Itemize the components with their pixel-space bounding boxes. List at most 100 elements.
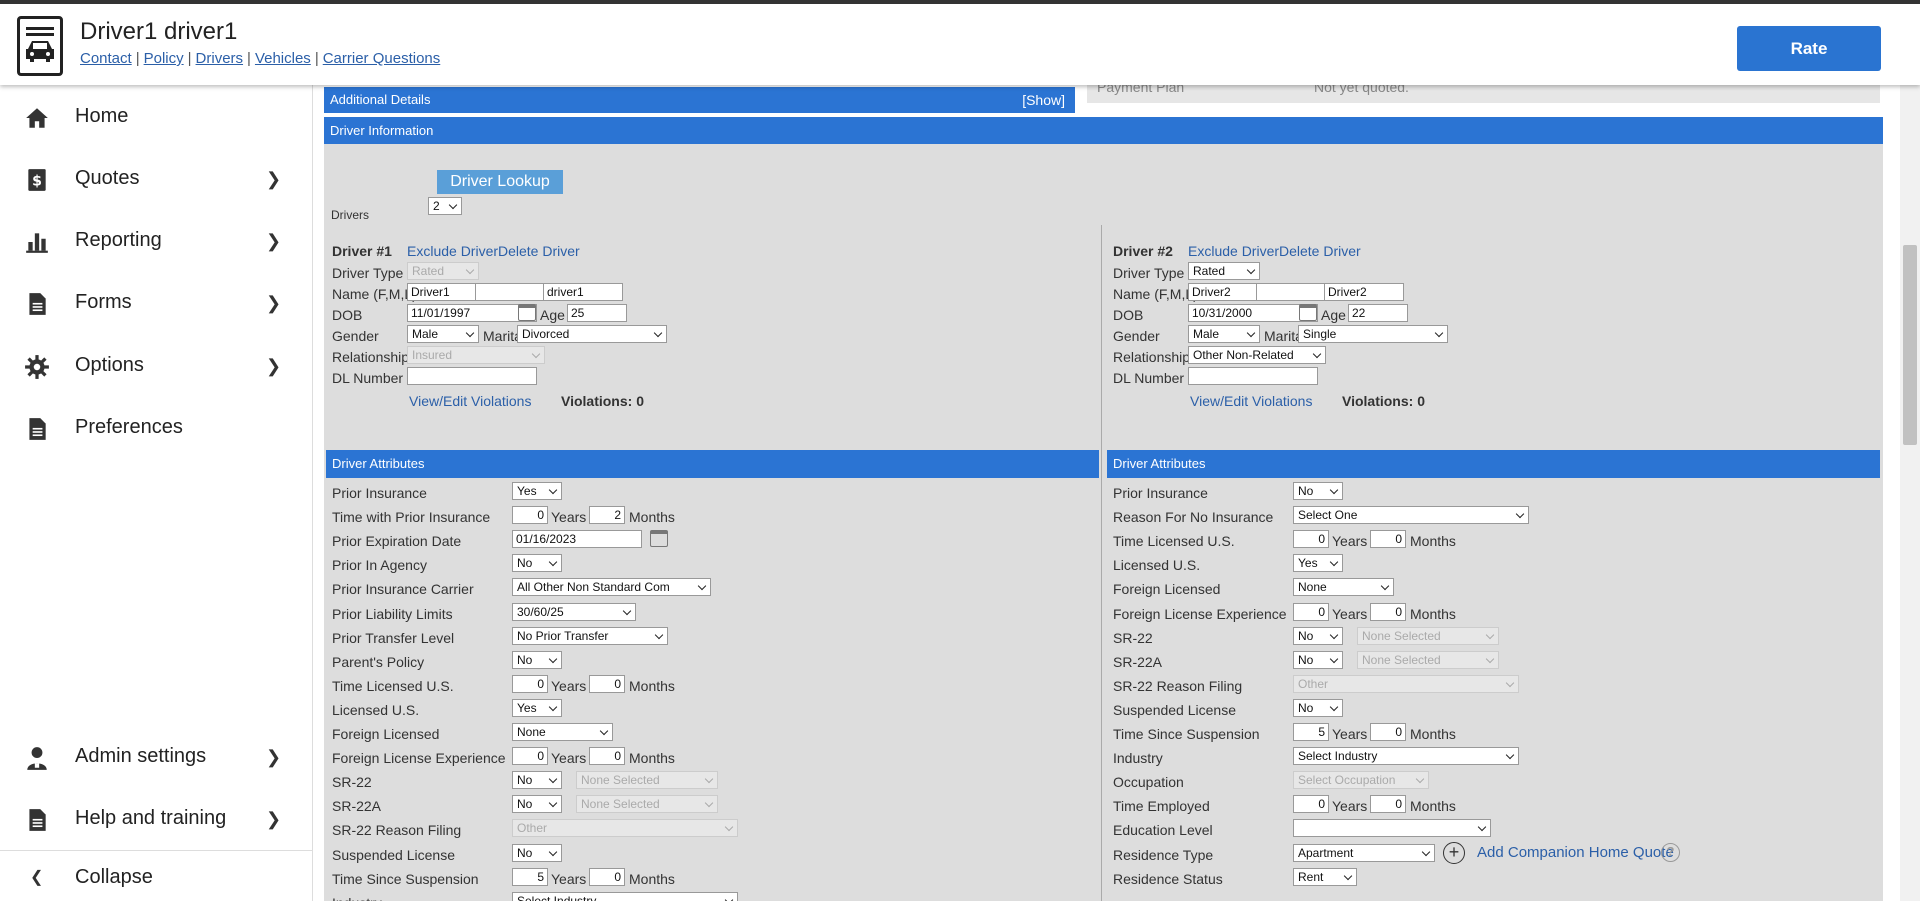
view-edit-violations-link[interactable]: View/Edit Violations	[1190, 393, 1312, 409]
months-label: Months	[1410, 726, 1456, 742]
sidebar-item-quotes[interactable]: $ Quotes ❯	[0, 155, 313, 205]
attribute-select[interactable]: None	[512, 723, 613, 741]
months-input[interactable]: 0	[1370, 603, 1406, 621]
sidebar-item-label: Preferences	[75, 416, 183, 438]
last-name-input[interactable]: driver1	[543, 283, 623, 301]
attribute-select[interactable]: No	[512, 771, 562, 789]
link-policy[interactable]: Policy	[144, 50, 184, 67]
gender-select[interactable]: Male	[407, 325, 479, 343]
years-input[interactable]: 0	[512, 506, 548, 524]
attribute-select[interactable]: Select Industry	[1293, 747, 1519, 765]
calendar-icon[interactable]	[518, 304, 536, 321]
sidebar-item-forms[interactable]: Forms ❯	[0, 279, 313, 329]
attribute-select[interactable]: All Other Non Standard Com	[512, 578, 711, 596]
sidebar-item-reporting[interactable]: Reporting ❯	[0, 217, 313, 267]
link-drivers[interactable]: Drivers	[196, 50, 244, 67]
attribute-select[interactable]: No	[1293, 482, 1343, 500]
dl-number-input[interactable]	[407, 367, 537, 385]
attribute-select[interactable]: No	[512, 554, 562, 572]
attribute-select-disabled[interactable]: Select Occupation	[1293, 771, 1429, 789]
attribute-select[interactable]: Rent	[1293, 868, 1357, 886]
last-name-input[interactable]: Driver2	[1324, 283, 1404, 301]
delete-driver-link[interactable]: Delete Driver	[498, 243, 580, 259]
years-input[interactable]: 0	[1293, 603, 1329, 621]
sidebar-item-help-training[interactable]: Help and training ❯	[0, 795, 313, 845]
delete-driver-link[interactable]: Delete Driver	[1279, 243, 1361, 259]
attribute-select[interactable]: No	[512, 651, 562, 669]
sidebar-item-home[interactable]: Home	[0, 93, 313, 143]
marital-select[interactable]: Single	[1298, 325, 1448, 343]
gender-select[interactable]: Male	[1188, 325, 1260, 343]
months-input[interactable]: 0	[1370, 795, 1406, 813]
months-input[interactable]: 0	[589, 675, 625, 693]
driver-type-select[interactable]: Rated	[1188, 262, 1260, 280]
sidebar-item-options[interactable]: Options ❯	[0, 342, 313, 392]
attribute-select[interactable]: Select Industry	[512, 892, 738, 901]
years-input[interactable]: 0	[512, 747, 548, 765]
months-input[interactable]: 0	[1370, 723, 1406, 741]
attribute-select[interactable]: No	[1293, 651, 1343, 669]
attribute-select-disabled[interactable]: Other	[1293, 675, 1519, 693]
link-carrier-questions[interactable]: Carrier Questions	[323, 50, 441, 67]
attribute-select[interactable]: No	[512, 795, 562, 813]
attribute-select[interactable]: No	[1293, 627, 1343, 645]
attribute-select[interactable]: No	[512, 844, 562, 862]
years-input[interactable]: 0	[512, 675, 548, 693]
months-input[interactable]: 0	[589, 747, 625, 765]
attribute-select[interactable]: Apartment	[1293, 844, 1435, 862]
attribute-select[interactable]: No Prior Transfer	[512, 627, 668, 645]
months-input[interactable]: 2	[589, 506, 625, 524]
view-edit-violations-link[interactable]: View/Edit Violations	[409, 393, 531, 409]
attribute-select[interactable]: Select One	[1293, 506, 1529, 524]
attribute-select[interactable]: No	[1293, 699, 1343, 717]
relationship-select[interactable]: Other Non-Related	[1188, 346, 1326, 364]
marital-select[interactable]: Divorced	[517, 325, 667, 343]
sidebar-collapse[interactable]: ❮ Collapse	[0, 854, 313, 901]
attribute-select-disabled[interactable]: None Selected	[1357, 627, 1499, 645]
attribute-select[interactable]	[1293, 819, 1491, 837]
add-companion-home-quote-link[interactable]: Add Companion Home Quote	[1477, 844, 1674, 861]
driver-attributes-bar: Driver Attributes	[1107, 450, 1880, 478]
rate-button[interactable]: Rate	[1737, 26, 1881, 71]
attribute-select[interactable]: Yes	[512, 482, 562, 500]
additional-details-bar[interactable]: Additional Details [Show]	[324, 87, 1075, 113]
attribute-select[interactable]: Yes	[512, 699, 562, 717]
link-contact[interactable]: Contact	[80, 50, 132, 67]
scrollbar[interactable]	[1900, 85, 1920, 901]
age-input[interactable]: 25	[567, 304, 627, 322]
sidebar-item-admin-settings[interactable]: Admin settings ❯	[0, 733, 313, 783]
drivers-count-select[interactable]: 2	[428, 197, 462, 215]
dl-number-input[interactable]	[1188, 367, 1318, 385]
attribute-select-disabled[interactable]: Other	[512, 819, 738, 837]
age-input[interactable]: 22	[1348, 304, 1408, 322]
relationship-select[interactable]: Insured	[407, 346, 545, 364]
driver-type-select[interactable]: Rated	[407, 262, 479, 280]
attribute-select-disabled[interactable]: None Selected	[576, 795, 718, 813]
attribute-select[interactable]: None	[1293, 578, 1394, 596]
attribute-select[interactable]: 30/60/25	[512, 603, 636, 621]
months-input[interactable]: 0	[1370, 530, 1406, 548]
link-vehicles[interactable]: Vehicles	[255, 50, 311, 67]
show-toggle[interactable]: [Show]	[1022, 87, 1065, 113]
years-input[interactable]: 0	[1293, 795, 1329, 813]
date-input[interactable]: 01/16/2023	[512, 530, 642, 548]
attribute-select-disabled[interactable]: None Selected	[1357, 651, 1499, 669]
years-input[interactable]: 5	[512, 868, 548, 886]
years-label: Years	[1332, 798, 1368, 814]
years-input[interactable]: 5	[1293, 723, 1329, 741]
attribute-select[interactable]: Yes	[1293, 554, 1343, 572]
exclude-driver-link[interactable]: Exclude Driver	[407, 243, 498, 259]
years-input[interactable]: 0	[1293, 530, 1329, 548]
driver-lookup-button[interactable]: Driver Lookup	[437, 170, 563, 194]
add-circle-icon[interactable]: +	[1443, 842, 1465, 864]
calendar-icon[interactable]	[1299, 304, 1317, 321]
sidebar-item-preferences[interactable]: Preferences	[0, 404, 313, 454]
exclude-driver-link[interactable]: Exclude Driver	[1188, 243, 1279, 259]
attribute-select-disabled[interactable]: None Selected	[576, 771, 718, 789]
attribute-label: SR-22 Reason Filing	[1113, 678, 1243, 694]
scrollbar-thumb[interactable]	[1903, 245, 1917, 445]
months-input[interactable]: 0	[589, 868, 625, 886]
breadcrumb-links: Contact | Policy | Drivers | Vehicles | Carrier …	[80, 50, 441, 67]
help-question-icon[interactable]: ?	[1661, 843, 1680, 862]
calendar-icon[interactable]	[650, 530, 668, 547]
